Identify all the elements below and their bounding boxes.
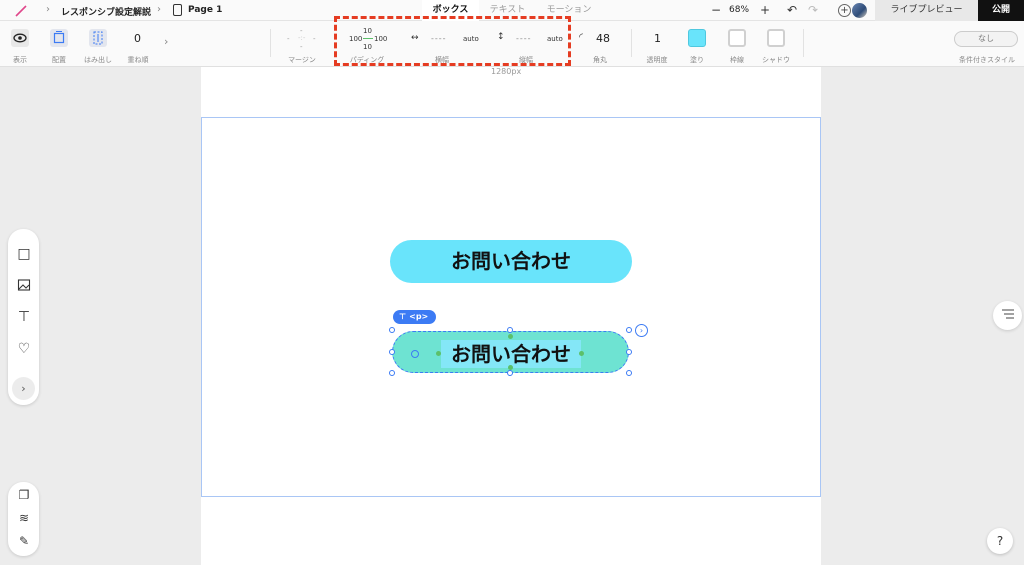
avatar[interactable]: [852, 3, 867, 18]
display-toggle[interactable]: [11, 29, 29, 47]
breadcrumb-project[interactable]: レスポンシブ設定解説: [61, 5, 151, 18]
overflow-toggle[interactable]: [89, 29, 107, 47]
corner-radius-icon: ◜: [579, 32, 583, 43]
element-tag-badge[interactable]: ⊤ <p>: [393, 310, 436, 324]
text-type-icon: ⊤: [399, 312, 407, 321]
zoom-out-button[interactable]: −: [711, 3, 721, 17]
shadow-label: シャドウ: [762, 56, 790, 64]
opacity-value[interactable]: 1: [654, 32, 661, 45]
canvas-width-label: 1280px: [491, 67, 522, 76]
publish-button[interactable]: 公開: [978, 0, 1024, 21]
fill-label: 塗り: [690, 56, 704, 64]
zoom-level[interactable]: 68%: [729, 5, 749, 15]
redo-icon[interactable]: ↷: [808, 3, 818, 17]
resize-handle[interactable]: [626, 327, 632, 333]
breadcrumb-chevron-icon: ›: [157, 4, 161, 15]
undo-icon[interactable]: ↶: [787, 3, 797, 17]
zoom-in-button[interactable]: +: [760, 3, 770, 17]
z-index-value[interactable]: 0: [134, 32, 141, 45]
border-swatch[interactable]: [728, 29, 746, 47]
resize-handle[interactable]: [389, 349, 395, 355]
conditional-style-button[interactable]: なし: [954, 31, 1018, 47]
anchor-target-icon[interactable]: [411, 350, 419, 358]
padding-handle[interactable]: [508, 365, 513, 370]
padding-handle[interactable]: [579, 351, 584, 356]
padding-handle[interactable]: [508, 334, 513, 339]
layout-label: 配置: [52, 56, 66, 64]
breadcrumb-page[interactable]: Page 1: [188, 5, 222, 15]
padding-handle[interactable]: [436, 351, 441, 356]
resize-handle[interactable]: [626, 349, 632, 355]
z-index-label: 重ね順: [127, 56, 149, 64]
radius-value[interactable]: 48: [596, 32, 610, 45]
text-tool-icon[interactable]: ⊤: [16, 309, 32, 325]
divider: [803, 29, 804, 57]
layers-icon[interactable]: ≋: [16, 510, 32, 526]
pencil-icon[interactable]: ✎: [16, 533, 32, 549]
breadcrumb-chevron-icon: ›: [46, 4, 50, 15]
panels-toolbar: ❐ ≋ ✎: [8, 482, 39, 556]
conditional-style-label: 条件付きスタイル: [959, 56, 1015, 64]
list-icon: [1001, 309, 1014, 319]
insert-toolbar: □ ⊤ ♡ ›: [8, 229, 39, 405]
shadow-swatch[interactable]: [767, 29, 785, 47]
border-label: 枠線: [730, 56, 744, 64]
divider: [270, 29, 271, 57]
contact-button[interactable]: お問い合わせ: [390, 240, 632, 283]
box-tool-icon[interactable]: □: [16, 246, 32, 262]
live-preview-button[interactable]: ライブプレビュー: [875, 0, 978, 21]
layout-toggle[interactable]: [50, 29, 68, 47]
outline-panel-button[interactable]: [993, 301, 1022, 330]
image-tool-icon[interactable]: [16, 278, 32, 294]
canvas-frame[interactable]: [201, 117, 821, 497]
element-tag-label: <p>: [409, 312, 429, 321]
divider: [631, 29, 632, 57]
resize-handle[interactable]: [507, 327, 513, 333]
radius-label: 角丸: [593, 56, 607, 64]
help-button[interactable]: ?: [987, 528, 1013, 554]
display-label: 表示: [13, 56, 27, 64]
overflow-icon: [93, 31, 103, 45]
margin-bottom[interactable]: -: [300, 43, 303, 51]
overflow-label: はみ出し: [84, 56, 112, 64]
layout-icon: [53, 31, 65, 44]
margin-left[interactable]: -: [287, 35, 290, 43]
expand-toolbar-button[interactable]: ›: [12, 377, 35, 400]
padding-highlight-annotation: [334, 16, 571, 66]
app-logo-icon[interactable]: [14, 5, 28, 17]
chevron-right-icon[interactable]: ›: [164, 35, 168, 48]
fill-swatch[interactable]: [688, 29, 706, 47]
add-collaborator-button[interactable]: +: [838, 4, 851, 17]
margin-right[interactable]: -: [313, 35, 316, 43]
margin-center-icon: -:-: [298, 34, 306, 42]
pages-icon[interactable]: ❐: [16, 487, 32, 503]
opacity-label: 透明度: [646, 56, 668, 64]
resize-handle[interactable]: [389, 327, 395, 333]
heart-icon[interactable]: ♡: [16, 341, 32, 357]
resize-handle[interactable]: [389, 370, 395, 376]
selected-button-text[interactable]: お問い合わせ: [441, 340, 581, 368]
eye-icon: [13, 33, 27, 43]
resize-handle[interactable]: [626, 370, 632, 376]
margin-label: マージン: [288, 56, 316, 64]
page-icon: [173, 4, 182, 16]
resize-handle[interactable]: [507, 370, 513, 376]
next-element-icon[interactable]: ›: [635, 324, 648, 337]
